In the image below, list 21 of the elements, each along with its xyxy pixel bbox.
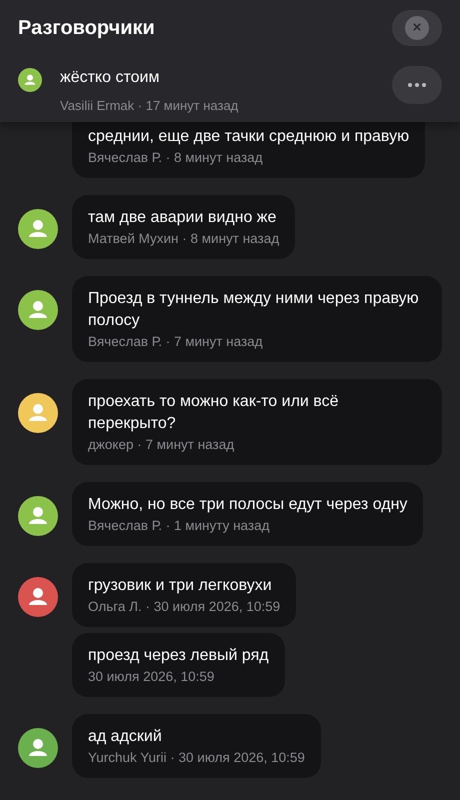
message-text: там две аварии видно же — [88, 208, 278, 228]
message-meta: Вячеслав Р. · 1 минуту назад — [88, 518, 270, 534]
message-text: ад адский — [88, 727, 163, 747]
message-text: проехать то можно как-то или всё перекрыто? — [88, 392, 340, 434]
message-text: грузовик и три легковухи — [88, 576, 273, 596]
pinned-message: жёстко стоим — [60, 68, 160, 88]
message-meta: 30 июля 2026, 10:59 — [88, 669, 216, 685]
message-meta: джокер · 7 минут назад — [88, 437, 236, 453]
message-text: Можно, но все три полосы едут через одну — [88, 495, 408, 515]
title: Разговорчики — [18, 16, 155, 41]
message-meta: Vasilii Ermak · 17 минут назад — [60, 97, 240, 115]
message-text: проезд через левый ряд — [88, 646, 269, 666]
message-text: Проезд в туннель между ними через правую полосу — [88, 289, 420, 331]
message-meta: Вячеслав Р. · 8 минут назад — [88, 150, 264, 166]
more-icon[interactable] — [392, 66, 442, 104]
message-meta: Матвей Мухин · 8 минут назад — [88, 231, 280, 247]
message-meta: Yurchuk Yurii · 30 июля 2026, 10:59 — [88, 750, 305, 766]
message-meta: Ольга Л. · 30 июля 2026, 10:59 — [88, 599, 280, 615]
close-button[interactable]: × — [392, 10, 442, 46]
message-text: среднии, еще две тачки среднюю и правую — [88, 127, 410, 147]
message-meta: Вячеслав Р. · 7 минут назад — [88, 334, 264, 350]
